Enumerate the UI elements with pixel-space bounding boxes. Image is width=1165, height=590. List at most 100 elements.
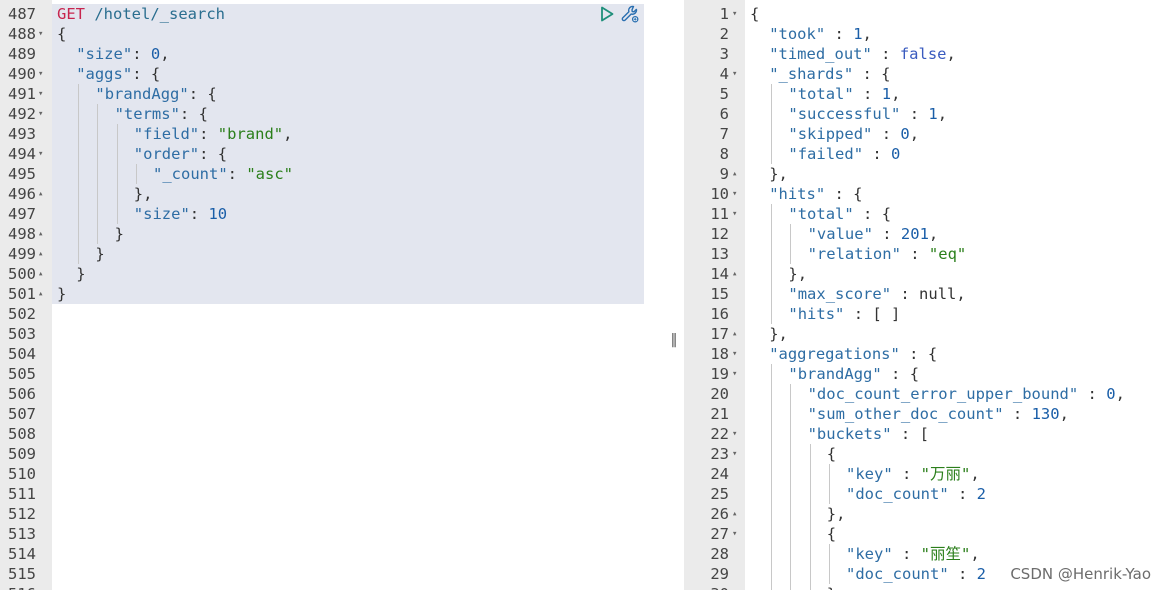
- fold-toggle-icon[interactable]: ▴: [38, 264, 43, 284]
- fold-toggle-icon[interactable]: ▾: [38, 144, 43, 164]
- code-line[interactable]: 11 ▾ "total" : {: [684, 204, 1165, 224]
- fold-toggle-icon[interactable]: ▾: [732, 64, 737, 84]
- code-line[interactable]: 502: [0, 304, 664, 324]
- code-line[interactable]: 6 "successful" : 1,: [684, 104, 1165, 124]
- fold-toggle-icon[interactable]: ▴: [732, 504, 737, 524]
- code-line[interactable]: 501 ▴}: [0, 284, 664, 304]
- fold-toggle-icon[interactable]: ▾: [732, 184, 737, 204]
- code-text: "hits" : [ ]: [788, 305, 901, 323]
- code-line[interactable]: 17 ▴},: [684, 324, 1165, 344]
- code-line[interactable]: 499 ▴}: [0, 244, 664, 264]
- code-line[interactable]: 512: [0, 504, 664, 524]
- fold-toggle-icon[interactable]: ▴: [732, 264, 737, 284]
- code-line[interactable]: 7 "skipped" : 0,: [684, 124, 1165, 144]
- line-number: 505: [8, 365, 36, 383]
- fold-toggle-icon[interactable]: ▾: [732, 344, 737, 364]
- code-text: "total" : 1,: [788, 85, 901, 103]
- code-text: },: [133, 185, 153, 203]
- code-line[interactable]: 490 ▾ "aggs": {: [0, 64, 664, 84]
- play-icon[interactable]: [600, 6, 614, 22]
- request-code-lines[interactable]: 487 GET /hotel/_search 488 ▾{489 "size": 0, 4…: [0, 4, 664, 590]
- code-line[interactable]: 9 ▴},: [684, 164, 1165, 184]
- fold-toggle-icon[interactable]: ▾: [732, 364, 737, 384]
- code-line[interactable]: 498 ▴}: [0, 224, 664, 244]
- code-line[interactable]: 23 ▾ {: [684, 444, 1165, 464]
- code-line[interactable]: 3 "timed_out" : false,: [684, 44, 1165, 64]
- fold-toggle-icon[interactable]: ▾: [732, 444, 737, 464]
- code-line[interactable]: 16 "hits" : [ ]: [684, 304, 1165, 324]
- code-line[interactable]: 492 ▾ "terms": {: [0, 104, 664, 124]
- line-number: 22: [710, 425, 729, 443]
- fold-toggle-icon[interactable]: ▴: [732, 324, 737, 344]
- code-line[interactable]: 510: [0, 464, 664, 484]
- fold-toggle-icon[interactable]: ▴: [38, 244, 43, 264]
- fold-toggle-icon[interactable]: ▴: [38, 184, 43, 204]
- code-line[interactable]: 10 ▾ "hits" : {: [684, 184, 1165, 204]
- fold-toggle-icon[interactable]: ▾: [38, 64, 43, 84]
- code-line[interactable]: 20 "doc_count_error_upper_bound" : 0,: [684, 384, 1165, 404]
- fold-toggle-icon[interactable]: ▾: [38, 24, 43, 44]
- code-line[interactable]: 14 ▴},: [684, 264, 1165, 284]
- fold-toggle-icon[interactable]: ▴: [732, 584, 737, 590]
- code-text: "took" : 1,: [769, 25, 872, 43]
- code-line[interactable]: 497 "size": 10: [0, 204, 664, 224]
- wrench-icon[interactable]: [620, 4, 640, 24]
- code-text: {: [826, 525, 837, 543]
- code-line[interactable]: 496 ▴},: [0, 184, 664, 204]
- code-line[interactable]: 26 ▴},: [684, 504, 1165, 524]
- fold-toggle-icon[interactable]: ▾: [732, 524, 737, 544]
- code-line[interactable]: 494 ▾ "order": {: [0, 144, 664, 164]
- code-line[interactable]: 25 "doc_count" : 2: [684, 484, 1165, 504]
- code-line[interactable]: 507: [0, 404, 664, 424]
- code-line[interactable]: 18 ▾ "aggregations" : {: [684, 344, 1165, 364]
- fold-toggle-icon[interactable]: ▴: [38, 224, 43, 244]
- code-line[interactable]: 487 GET /hotel/_search: [0, 4, 664, 24]
- code-line[interactable]: 4 ▾ "_shards" : {: [684, 64, 1165, 84]
- code-line[interactable]: 22 ▾ "buckets" : [: [684, 424, 1165, 444]
- code-line[interactable]: 506: [0, 384, 664, 404]
- fold-toggle-icon[interactable]: ▾: [732, 4, 737, 24]
- fold-toggle-icon[interactable]: ▾: [732, 204, 737, 224]
- code-line[interactable]: 495 "_count": "asc": [0, 164, 664, 184]
- code-line[interactable]: 513: [0, 524, 664, 544]
- drag-handle-icon[interactable]: ‖: [669, 330, 679, 350]
- code-line[interactable]: 2 "took" : 1,: [684, 24, 1165, 44]
- pane-divider[interactable]: ‖: [664, 0, 684, 590]
- code-line[interactable]: 505: [0, 364, 664, 384]
- code-line[interactable]: 516: [0, 584, 664, 590]
- fold-toggle-icon[interactable]: ▴: [38, 284, 43, 304]
- code-line[interactable]: 27 ▾ {: [684, 524, 1165, 544]
- code-line[interactable]: 5 "total" : 1,: [684, 84, 1165, 104]
- code-line[interactable]: 511: [0, 484, 664, 504]
- code-line[interactable]: 24 "key" : "万丽",: [684, 464, 1165, 484]
- code-line[interactable]: 488 ▾ {: [0, 24, 664, 44]
- code-line[interactable]: 503: [0, 324, 664, 344]
- code-line[interactable]: 504: [0, 344, 664, 364]
- code-line[interactable]: 12 "value" : 201,: [684, 224, 1165, 244]
- code-line[interactable]: 508: [0, 424, 664, 444]
- code-line[interactable]: 8 "failed" : 0: [684, 144, 1165, 164]
- code-line[interactable]: 515: [0, 564, 664, 584]
- code-line[interactable]: 15 "max_score" : null,: [684, 284, 1165, 304]
- code-line[interactable]: 514: [0, 544, 664, 564]
- line-number: 490: [8, 65, 36, 83]
- fold-toggle-icon[interactable]: ▾: [38, 104, 43, 124]
- code-line[interactable]: 491 ▾ "brandAgg": {: [0, 84, 664, 104]
- code-line[interactable]: 1 ▾ {: [684, 4, 1165, 24]
- code-line[interactable]: 509: [0, 444, 664, 464]
- response-viewer[interactable]: 1 ▾{2 "took" : 1, 3 "timed_out" : false, 4 ▾ "_…: [684, 0, 1165, 590]
- code-line[interactable]: 489 "size": 0,: [0, 44, 664, 64]
- code-line[interactable]: 13 "relation" : "eq": [684, 244, 1165, 264]
- response-code-lines: 1 ▾{2 "took" : 1, 3 "timed_out" : false, 4 ▾ "_…: [684, 4, 1165, 590]
- code-line[interactable]: 21 "sum_other_doc_count" : 130,: [684, 404, 1165, 424]
- code-line[interactable]: 493 "field": "brand",: [0, 124, 664, 144]
- code-line[interactable]: 500 ▴}: [0, 264, 664, 284]
- code-line[interactable]: 28 "key" : "丽笙",: [684, 544, 1165, 564]
- fold-toggle-icon[interactable]: ▾: [38, 84, 43, 104]
- request-editor[interactable]: 487 GET /hotel/_search 488 ▾{489 "size": 0, 4…: [0, 0, 664, 590]
- code-line[interactable]: 30▴}: [684, 584, 1165, 590]
- fold-toggle-icon[interactable]: ▾: [732, 424, 737, 444]
- line-number: 514: [8, 545, 36, 563]
- fold-toggle-icon[interactable]: ▴: [732, 164, 737, 184]
- code-line[interactable]: 19 ▾ "brandAgg" : {: [684, 364, 1165, 384]
